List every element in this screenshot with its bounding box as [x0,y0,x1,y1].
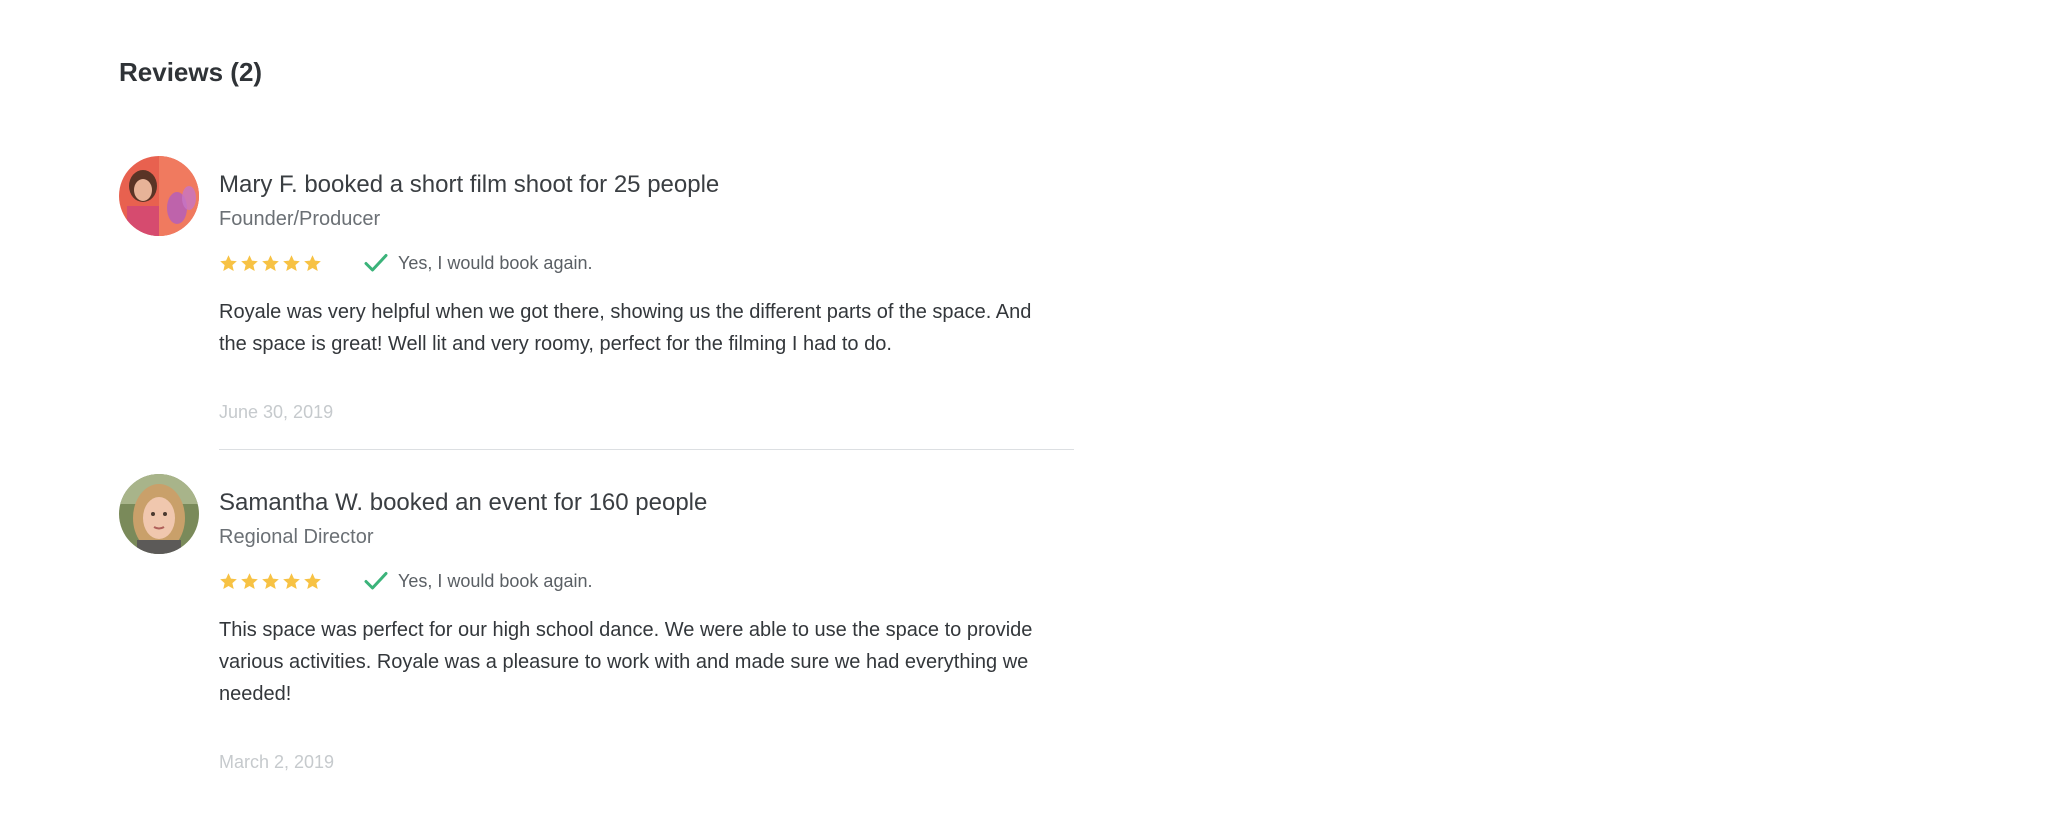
review-item: Samantha W. booked an event for 160 peop… [119,474,1074,774]
avatar[interactable] [119,156,199,236]
reviewer-role: Founder/Producer [219,208,381,230]
review-item: Mary F. booked a short film shoot for 25… [119,156,1074,424]
star-icon [304,254,321,271]
star-icon [262,254,279,271]
star-icon [283,572,300,589]
star-icon [262,572,279,589]
review-date: March 2, 2019 [219,752,335,772]
rating-row: Yes, I would book again. [219,250,1074,276]
divider [219,449,1074,450]
check-icon [364,572,388,590]
reviews-section: Reviews (2) Mary F. booked a short film … [119,50,1079,774]
star-icon [241,572,258,589]
check-icon [364,254,388,272]
star-icon [220,254,237,271]
star-rating [219,254,322,273]
star-icon [304,572,321,589]
book-again-label: Yes, I would book again. [398,570,593,591]
book-again-indicator: Yes, I would book again. [364,571,592,592]
reviewer-line: Samantha W. booked an event for 160 peop… [219,489,708,516]
book-again-indicator: Yes, I would book again. [364,253,592,274]
avatar[interactable] [119,474,199,554]
reviewer-role: Regional Director [219,526,374,548]
reviews-heading: Reviews (2) [119,57,263,87]
star-icon [220,572,237,589]
rating-row: Yes, I would book again. [219,568,1074,594]
review-date: June 30, 2019 [219,402,334,422]
review-text: Royale was very helpful when we got ther… [219,301,1032,355]
star-icon [241,254,258,271]
star-rating [219,572,322,591]
book-again-label: Yes, I would book again. [398,252,593,273]
review-text: This space was perfect for our high scho… [219,619,1033,705]
star-icon [283,254,300,271]
reviewer-line: Mary F. booked a short film shoot for 25… [219,171,720,198]
page: Reviews (2) Mary F. booked a short film … [0,0,2048,832]
